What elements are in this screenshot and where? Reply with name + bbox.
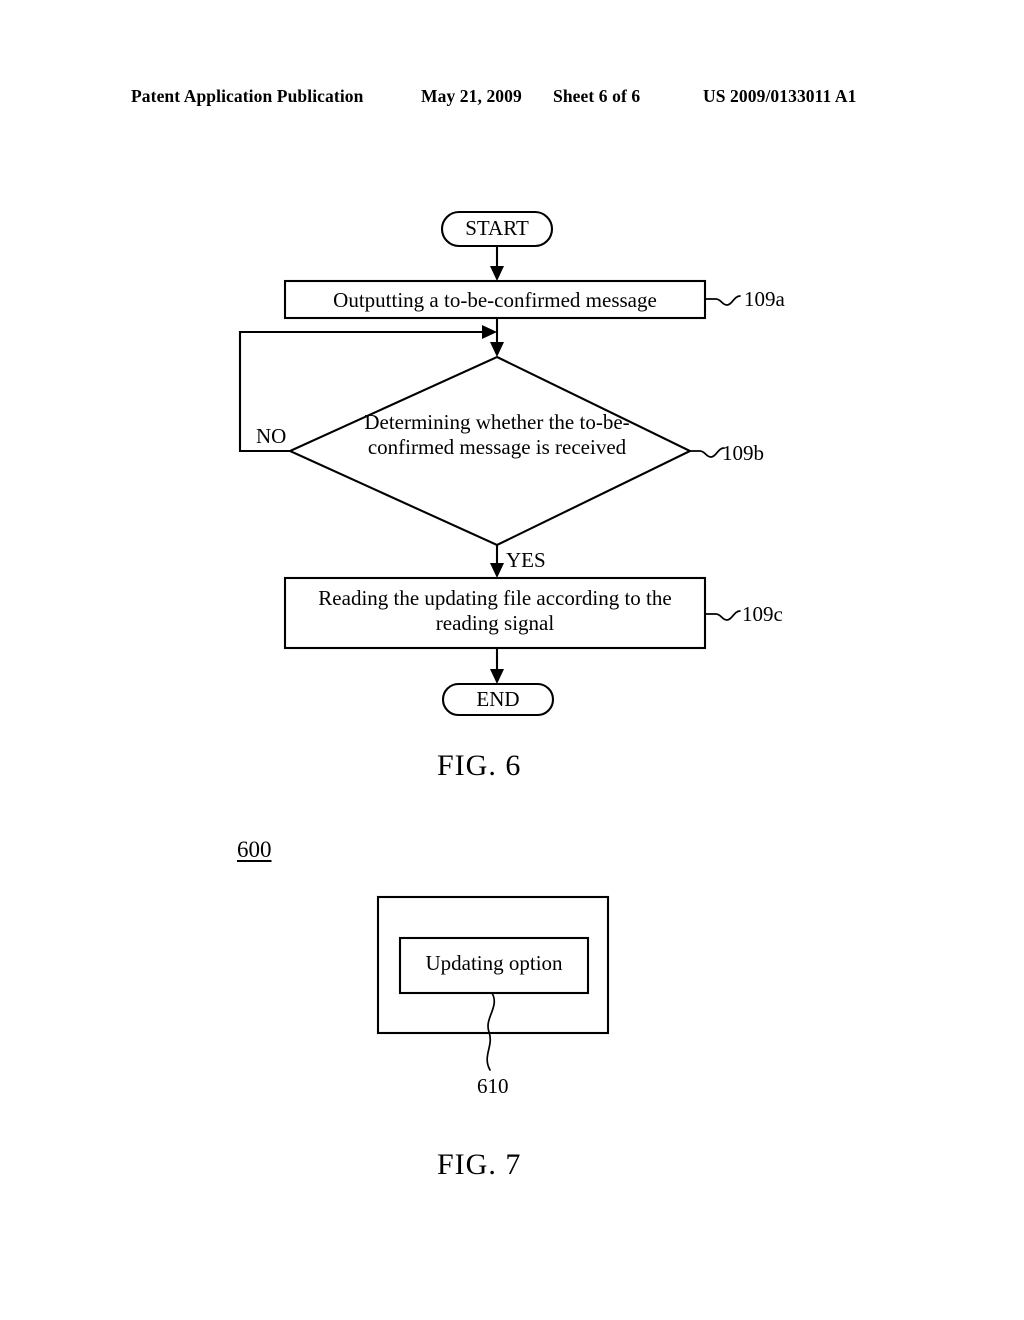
reference-numeral-610: 610	[477, 1074, 509, 1098]
figure-6-drawing	[238, 210, 741, 717]
arrowhead-no-branch	[482, 325, 497, 339]
reference-numeral-109a: 109a	[744, 287, 785, 311]
branch-label-yes: YES	[506, 548, 546, 572]
arrowhead-decision-to-109c	[490, 563, 504, 578]
arrowhead-109a-to-decision	[490, 342, 504, 357]
figure-7-drawing	[376, 895, 610, 1071]
leader-line-109c	[704, 610, 741, 621]
decision-diamond-109b-label: Determining whether the to-be-confirmed …	[364, 410, 630, 459]
figure-6-caption: FIG. 6	[437, 749, 522, 782]
end-terminator-label: END	[476, 687, 520, 711]
branch-label-no: NO	[256, 424, 287, 448]
process-box-109a-label: Outputting a to-be-confirmed message	[333, 288, 657, 312]
figure-7-caption: FIG. 7	[437, 1148, 522, 1181]
leader-line-109b	[689, 447, 725, 458]
reference-numeral-600: 600	[237, 837, 272, 862]
arrowhead-109c-to-end	[490, 669, 504, 684]
start-terminator-label: START	[465, 216, 529, 240]
figure-sheet: START Outputting a to-be-confirmed messa…	[0, 0, 1024, 1320]
reference-numeral-109c: 109c	[742, 602, 783, 626]
leader-line-109a	[704, 295, 741, 306]
reference-numeral-109b: 109b	[722, 441, 764, 465]
inner-option-box-610-label: Updating option	[425, 951, 563, 975]
process-box-109c-label: Reading the updating file according to t…	[318, 586, 672, 635]
arrowhead-start-to-109a	[490, 266, 504, 281]
